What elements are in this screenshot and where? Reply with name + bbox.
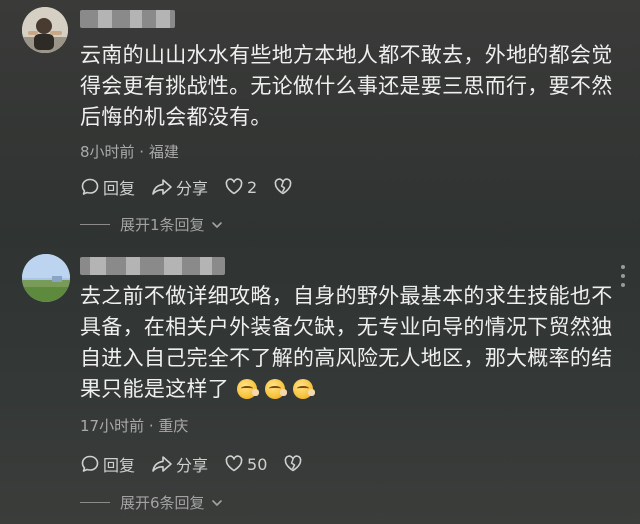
dislike-button[interactable] <box>273 177 293 197</box>
reply-label: 回复 <box>103 179 136 198</box>
comment-meta: 8小时前 · 福建 <box>80 143 179 161</box>
share-label: 分享 <box>176 179 209 198</box>
face-emoji-icon <box>293 379 316 399</box>
comment-item: 云南的山山水水有些地方本地人都不敢去，外地的都会觉得会更有挑战性。无论做什么事还… <box>0 0 640 245</box>
like-button[interactable]: 2 <box>224 177 257 197</box>
reply-button[interactable]: 回复 <box>80 452 135 476</box>
reply-button[interactable]: 回复 <box>80 175 135 199</box>
avatar-image <box>22 254 70 302</box>
comment-actions: 回复 分享 50 <box>80 452 319 476</box>
broken-heart-icon <box>284 455 302 472</box>
avatar-image <box>22 7 68 53</box>
reply-label: 回复 <box>103 456 136 475</box>
expand-label: 展开1条回复 <box>120 216 205 234</box>
share-button[interactable]: 分享 <box>151 175 208 199</box>
chevron-down-icon <box>211 221 222 228</box>
expand-replies[interactable]: 展开6条回复 <box>80 492 223 513</box>
share-button[interactable]: 分享 <box>151 452 208 476</box>
comment-text: 云南的山山水水有些地方本地人都不敢去，外地的都会觉得会更有挑战性。无论做什么事还… <box>80 43 613 129</box>
heart-outline-icon <box>225 455 243 472</box>
avatar[interactable] <box>22 7 68 53</box>
broken-heart-icon <box>274 178 292 195</box>
comment-text: 去之前不做详细攻略，自身的野外最基本的求生技能也不具备，在相关户外装备欠缺，无专… <box>80 281 630 405</box>
comment-bubble-icon <box>81 178 99 195</box>
comment-actions: 回复 分享 2 <box>80 175 309 199</box>
like-count: 50 <box>247 454 268 474</box>
like-button[interactable]: 50 <box>224 454 267 474</box>
expand-replies[interactable]: 展开1条回复 <box>80 214 223 235</box>
share-label: 分享 <box>176 456 209 475</box>
share-arrow-icon <box>152 179 172 195</box>
comment-text-body: 去之前不做详细攻略，自身的野外最基本的求生技能也不具备，在相关户外装备欠缺，无专… <box>80 284 613 401</box>
comment-meta: 17小时前 · 重庆 <box>80 417 189 435</box>
comment-item: 去之前不做详细攻略，自身的野外最基本的求生技能也不具备，在相关户外装备欠缺，无专… <box>0 245 640 524</box>
username-redacted <box>80 10 175 28</box>
chevron-down-icon <box>211 499 222 506</box>
comment-bubble-icon <box>81 455 99 472</box>
dislike-button[interactable] <box>283 454 303 474</box>
divider <box>80 224 110 225</box>
share-arrow-icon <box>152 456 172 472</box>
username-redacted <box>80 257 225 275</box>
like-count: 2 <box>247 177 258 197</box>
face-emoji-icon <box>237 379 260 399</box>
heart-outline-icon <box>225 178 243 195</box>
expand-label: 展开6条回复 <box>120 494 205 512</box>
divider <box>80 502 110 503</box>
face-emoji-icon <box>265 379 288 399</box>
avatar[interactable] <box>22 254 70 302</box>
